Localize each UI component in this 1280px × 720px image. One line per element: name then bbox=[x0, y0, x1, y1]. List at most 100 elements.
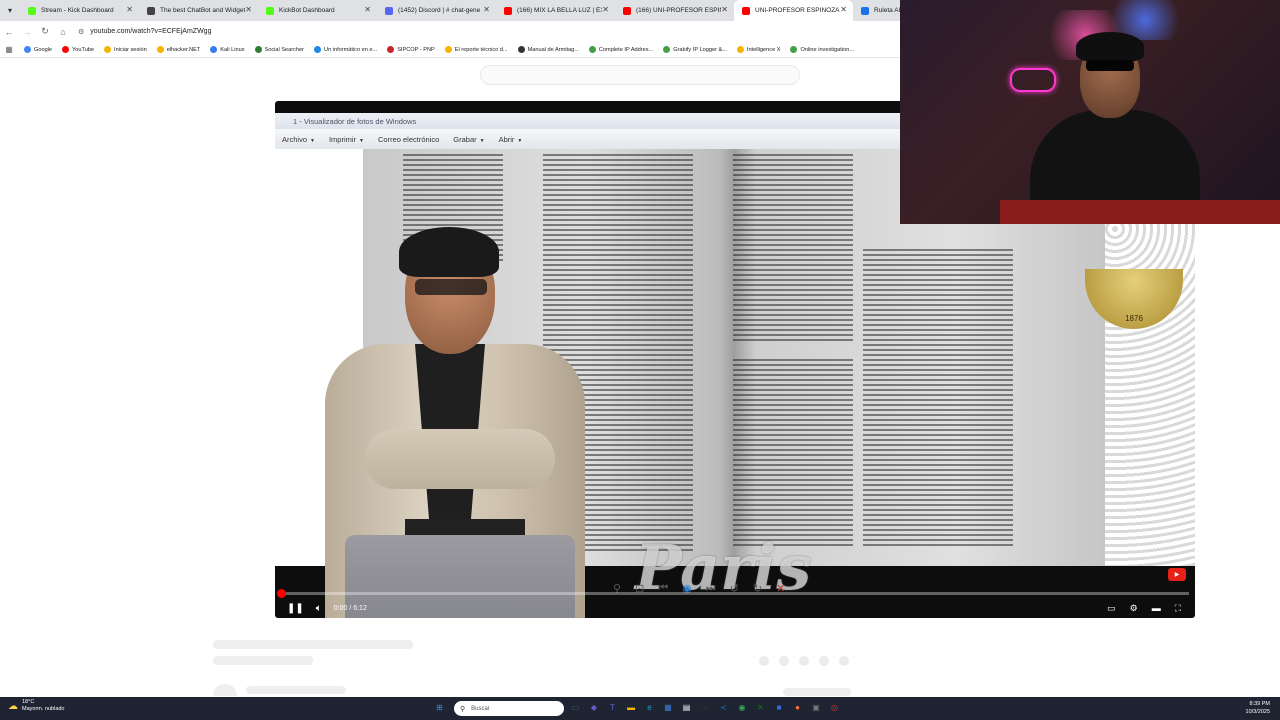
settings-icon[interactable]: ⚙ bbox=[1130, 603, 1138, 614]
browser-tab[interactable]: UNI-PROFESOR ESPINOZAFIEE✕ bbox=[734, 0, 853, 21]
pause-icon[interactable]: ❚❚ bbox=[287, 603, 304, 614]
tab-close-icon[interactable]: ✕ bbox=[721, 5, 728, 14]
scrubber-handle[interactable] bbox=[277, 589, 286, 598]
address-bar[interactable]: ⚙ youtube.com/watch?v=ECFEjAmZWgg bbox=[72, 23, 862, 40]
app-blue-icon[interactable]: ■ bbox=[773, 701, 786, 714]
browser-tab[interactable]: (166) MIX LA BELLA LUZ | EXITO✕ bbox=[496, 0, 615, 21]
apps-grid-icon[interactable]: ▦ bbox=[0, 39, 18, 60]
home-icon[interactable]: ⌂ bbox=[54, 21, 72, 42]
browser-tab[interactable]: The best ChatBot and Widgets ✕ bbox=[139, 0, 258, 21]
bookmark-favicon-icon bbox=[314, 46, 322, 53]
tab-title: UNI-PROFESOR ESPINOZAFIEE bbox=[755, 7, 840, 14]
tab-close-icon[interactable]: ✕ bbox=[602, 5, 609, 14]
bookmark-item[interactable]: Kali Linux bbox=[210, 46, 245, 53]
channel-name-skeleton bbox=[246, 686, 346, 694]
neon-sign bbox=[1010, 68, 1056, 92]
video-progress-bar[interactable] bbox=[277, 589, 1189, 598]
tab-close-icon[interactable]: ✕ bbox=[364, 5, 371, 14]
subscribe-skeleton bbox=[783, 688, 851, 696]
bookmark-item[interactable]: Complete IP Addres... bbox=[588, 46, 654, 53]
volume-icon[interactable]: 🔈︎ bbox=[316, 603, 322, 614]
fullscreen-icon[interactable]: ⛶ bbox=[1175, 603, 1181, 614]
tab-close-icon[interactable]: ✕ bbox=[126, 5, 133, 14]
bookmark-favicon-icon bbox=[210, 46, 218, 53]
bookmark-label: Grabify IP Logger &... bbox=[673, 46, 727, 53]
bookmark-item[interactable]: Un informático en e... bbox=[314, 46, 377, 53]
xbox-icon[interactable]: ✕ bbox=[754, 701, 767, 714]
chrome-icon[interactable]: ◉ bbox=[736, 701, 749, 714]
bookmark-favicon-icon bbox=[588, 46, 596, 53]
calendar-icon[interactable]: ▤ bbox=[680, 701, 693, 714]
bookmark-favicon-icon bbox=[104, 46, 112, 53]
tab-favicon-icon bbox=[623, 6, 631, 15]
app-gray-icon[interactable]: ▣ bbox=[810, 701, 823, 714]
browser-tab[interactable]: (166) UNI-PROFESOR ESPINOZ✕ bbox=[615, 0, 734, 21]
browser-tab[interactable]: Stream - Kick Dashboard ✕ bbox=[20, 0, 139, 21]
chevron-down-icon: ▼ bbox=[479, 137, 485, 144]
clock-date: 10/3/2025 bbox=[1245, 709, 1270, 715]
tab-search-icon[interactable]: ▾ bbox=[0, 0, 20, 21]
task-view-icon[interactable]: ▭ bbox=[569, 701, 582, 714]
photo-viewer-menu-item: Grabar ▼ bbox=[453, 134, 485, 144]
firefox-icon[interactable]: ● bbox=[791, 701, 804, 714]
tab-title: The best ChatBot and Widgets bbox=[160, 7, 245, 14]
teams-icon[interactable]: T bbox=[606, 701, 619, 714]
terminal-icon[interactable]: > bbox=[699, 701, 712, 714]
bookmark-favicon-icon bbox=[517, 46, 525, 53]
action-skeleton bbox=[799, 656, 809, 666]
bookmark-item[interactable]: elhacker.NET bbox=[156, 46, 201, 53]
file-explorer-icon[interactable]: ▬ bbox=[625, 701, 638, 714]
tab-title: Stream - Kick Dashboard bbox=[41, 7, 114, 14]
bookmark-favicon-icon bbox=[444, 46, 452, 53]
copilot-icon[interactable]: ◆ bbox=[588, 701, 601, 714]
bookmark-item[interactable]: Social Searcher bbox=[254, 46, 305, 53]
bookmark-item[interactable]: El reporte técnico d... bbox=[444, 46, 508, 53]
vscode-icon[interactable]: ≺ bbox=[717, 701, 730, 714]
weather-widget[interactable]: ☁ 18°C Mayorm. nublado bbox=[8, 699, 65, 713]
taskbar-search[interactable]: ⚲ Buscar bbox=[454, 701, 564, 716]
theater-mode-icon[interactable]: ▬ bbox=[1152, 603, 1161, 613]
channel-avatar-skeleton bbox=[213, 684, 237, 696]
bookmark-item[interactable]: Intelligence X bbox=[736, 46, 780, 53]
action-skeleton bbox=[779, 656, 789, 666]
bookmark-favicon-icon bbox=[62, 46, 70, 53]
weather-cloud-icon: ☁ bbox=[8, 700, 18, 712]
bookmark-item[interactable]: Iniciar sesión bbox=[104, 46, 147, 53]
tab-favicon-icon bbox=[28, 6, 36, 15]
bookmark-item[interactable]: SIPCOP - PNP bbox=[387, 46, 435, 53]
browser-tab[interactable]: KickBot Dashboard ✕ bbox=[258, 0, 377, 21]
app-red-icon[interactable]: ◎ bbox=[828, 701, 841, 714]
reload-icon[interactable]: ↻ bbox=[36, 21, 54, 42]
tab-favicon-icon bbox=[742, 6, 750, 15]
browser-tab[interactable]: (1452) Discord | # chat-gene ✕ bbox=[377, 0, 496, 21]
subtitle-skeleton bbox=[213, 656, 313, 665]
bookmark-label: YouTube bbox=[72, 46, 95, 53]
subtitles-icon[interactable]: ▭ bbox=[1107, 603, 1116, 614]
photo-viewer-menu-item: Correo electrónico bbox=[378, 134, 440, 144]
edge-icon[interactable]: e bbox=[643, 701, 656, 714]
bookmark-label: Complete IP Addres... bbox=[598, 46, 654, 53]
bookmark-item[interactable]: Online investigation... bbox=[790, 46, 854, 53]
bookmark-item[interactable]: YouTube bbox=[62, 46, 94, 53]
start-icon[interactable]: ⊞ bbox=[433, 701, 446, 714]
webcam-overlay bbox=[900, 0, 1280, 224]
search-bar-placeholder[interactable] bbox=[480, 65, 800, 85]
tab-close-icon[interactable]: ✕ bbox=[245, 5, 252, 14]
bookmark-item[interactable]: Grabify IP Logger &... bbox=[663, 46, 727, 53]
site-info-icon[interactable]: ⚙ bbox=[78, 28, 84, 36]
youtube-logo-icon[interactable]: ▶ bbox=[1168, 568, 1186, 581]
store-icon[interactable]: ▦ bbox=[662, 701, 675, 714]
tab-favicon-icon bbox=[385, 6, 393, 15]
taskbar-search-text: Buscar bbox=[471, 705, 490, 712]
tab-close-icon[interactable]: ✕ bbox=[840, 5, 847, 14]
chevron-down-icon: ▼ bbox=[517, 137, 523, 144]
bookmark-favicon-icon bbox=[790, 46, 798, 53]
bookmark-label: Social Searcher bbox=[264, 46, 305, 53]
bookmark-label: elhacker.NET bbox=[166, 46, 201, 53]
forward-icon[interactable]: → bbox=[18, 21, 36, 42]
bookmark-item[interactable]: Google bbox=[24, 46, 52, 53]
bookmark-item[interactable]: Manual de Armitag... bbox=[517, 46, 579, 53]
chevron-down-icon: ▼ bbox=[359, 137, 364, 144]
system-clock[interactable]: 8:39 PM 10/3/2025 bbox=[1246, 700, 1270, 716]
tab-close-icon[interactable]: ✕ bbox=[483, 5, 490, 14]
